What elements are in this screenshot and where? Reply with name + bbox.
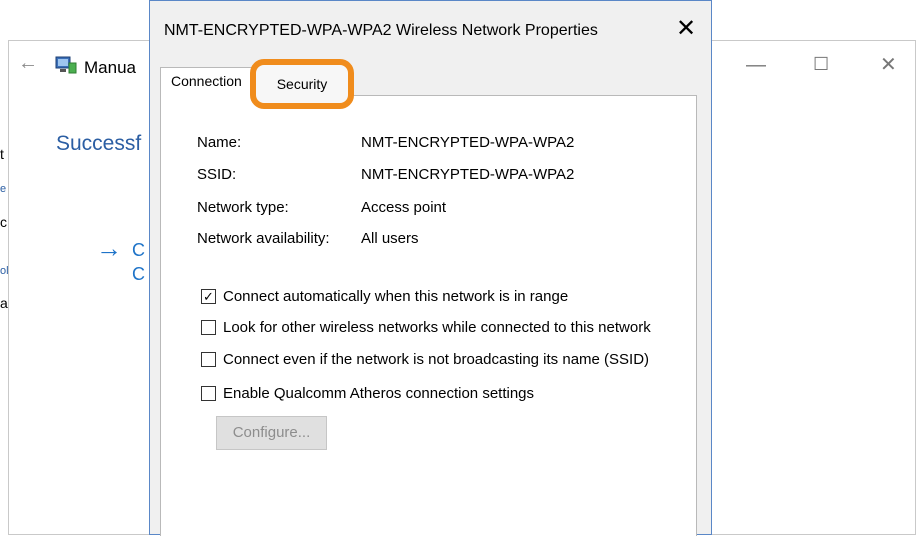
maximize-icon[interactable]: ☐: [813, 55, 829, 73]
property-value: NMT-ENCRYPTED-WPA-WPA2: [361, 134, 575, 151]
edge-text: c: [0, 214, 7, 230]
edge-text: t: [0, 146, 4, 162]
properties-dialog: NMT-ENCRYPTED-WPA-WPA2 Wireless Network …: [149, 0, 712, 536]
checkbox-label: Connect automatically when this network …: [223, 288, 569, 305]
close-icon[interactable]: ✕: [676, 17, 696, 41]
checkbox-label: Connect even if the network is not broad…: [223, 351, 650, 368]
enable-qualcomm-checkbox[interactable]: Enable Qualcomm Atheros connection setti…: [201, 385, 534, 402]
close-icon[interactable]: ✕: [880, 55, 897, 75]
background-link[interactable]: C C: [132, 238, 145, 286]
checkbox-box[interactable]: [201, 352, 216, 367]
link-line: C: [132, 240, 145, 260]
property-value: Access point: [361, 199, 447, 216]
checkbox-label: Enable Qualcomm Atheros connection setti…: [223, 385, 535, 402]
look-for-other-networks-checkbox[interactable]: Look for other wireless networks while c…: [201, 319, 651, 336]
tab-security[interactable]: Security: [250, 59, 354, 109]
link-line: C: [132, 264, 145, 284]
property-value: NMT-ENCRYPTED-WPA-WPA2: [361, 166, 575, 183]
property-label: Network availability:: [197, 230, 330, 247]
connect-automatically-checkbox[interactable]: ✓ Connect automatically when this networ…: [201, 288, 568, 305]
dialog-title: NMT-ENCRYPTED-WPA-WPA2 Wireless Network …: [164, 22, 598, 39]
checkbox-box[interactable]: [201, 320, 216, 335]
checkbox-label: Look for other wireless networks while c…: [223, 319, 651, 336]
minimize-icon[interactable]: —: [746, 55, 766, 75]
tab-panel: Name: NMT-ENCRYPTED-WPA-WPA2 SSID: NMT-E…: [160, 95, 697, 536]
property-label: SSID:: [197, 166, 237, 183]
property-label: Network type:: [197, 199, 289, 216]
background-window-title: Manua: [84, 58, 136, 77]
arrow-right-icon[interactable]: →: [96, 235, 122, 261]
property-value: All users: [361, 230, 419, 247]
network-icon: [55, 56, 77, 74]
configure-button[interactable]: Configure...: [216, 416, 327, 450]
connect-not-broadcasting-checkbox[interactable]: Connect even if the network is not broad…: [201, 351, 649, 368]
background-heading: Successf: [56, 132, 142, 155]
tab-connection[interactable]: Connection: [160, 67, 256, 96]
property-label: Name:: [197, 134, 242, 151]
back-arrow-icon[interactable]: ←: [18, 53, 38, 73]
checkbox-box[interactable]: [201, 386, 216, 401]
edge-text: e: [0, 183, 7, 195]
checkmark-icon[interactable]: ✓: [201, 289, 216, 304]
